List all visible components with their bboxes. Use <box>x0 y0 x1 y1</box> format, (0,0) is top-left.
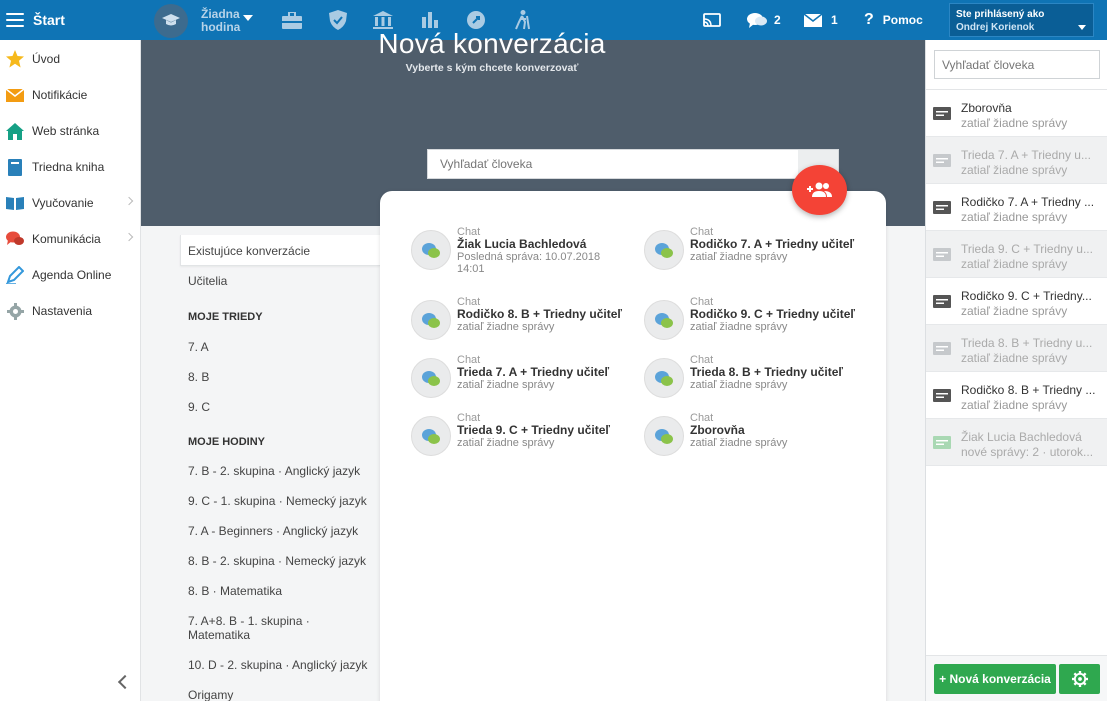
lesson-item[interactable]: 8. B - 2. skupina · Nemecký jazyk <box>188 554 366 568</box>
message-icon <box>933 154 951 167</box>
chat-name: Rodičko 9. C + Triedny učiteľ <box>690 307 855 321</box>
gear-icon <box>1071 671 1088 687</box>
category-teachers[interactable]: Učitelia <box>188 274 227 288</box>
chat-bubbles-icon <box>644 230 684 270</box>
sidebar-item-notifikacie[interactable]: Notifikácie <box>0 77 141 113</box>
conversation-item[interactable]: Zborovňa zatiaľ žiadne správy <box>926 90 1107 137</box>
envelope-icon <box>6 86 24 104</box>
caret-down-icon <box>1078 25 1086 30</box>
lesson-item[interactable]: 8. B · Matematika <box>188 584 282 598</box>
mail-count: 1 <box>831 13 838 27</box>
lesson-item-continued[interactable]: Matematika <box>188 628 250 642</box>
chevron-right-icon <box>124 196 134 206</box>
messages-count: 2 <box>774 13 781 27</box>
chat-name: Rodičko 7. A + Triedny učiteľ <box>690 237 855 251</box>
help-label: Pomoc <box>882 13 923 27</box>
question-icon: ? <box>864 11 874 28</box>
add-participants-button[interactable] <box>792 165 847 215</box>
page-title: Nová konverzácia <box>378 28 606 59</box>
chat-bubbles-icon <box>644 416 684 456</box>
add-group-icon <box>806 182 832 197</box>
conversation-search <box>934 50 1100 79</box>
conversation-item[interactable]: Rodičko 7. A + Triedny ... zatiaľ žiadne… <box>926 184 1107 231</box>
conversations-panel: Zborovňa zatiaľ žiadne správy Trieda 7. … <box>925 40 1107 701</box>
new-conversation-button[interactable]: + Nová konverzácia <box>934 664 1056 694</box>
chat-name: Trieda 8. B + Triedny učiteľ <box>690 365 844 379</box>
chat-name: Trieda 9. C + Triedny učiteľ <box>457 423 611 437</box>
lesson-item[interactable]: 7. A - Beginners · Anglický jazyk <box>188 524 358 538</box>
lesson-item[interactable]: 7. A+8. B - 1. skupina · <box>188 614 310 628</box>
home-icon <box>6 122 24 140</box>
chat-bubbles-icon <box>411 358 451 398</box>
conversation-search-input[interactable] <box>935 51 1095 78</box>
open-book-icon <box>6 194 24 212</box>
chat-name: Zborovňa <box>690 423 745 437</box>
class-item[interactable]: 8. B <box>188 370 209 384</box>
chat-name: Trieda 7. A + Triedny učiteľ <box>457 365 610 379</box>
chat-bubbles-icon <box>411 230 451 270</box>
start-label: Štart <box>33 12 65 28</box>
class-item[interactable]: 7. A <box>188 340 209 354</box>
page-subtitle: Vyberte s kým chcete konverzovať <box>405 62 579 74</box>
sidebar-item-web-stranka[interactable]: Web stránka <box>0 113 141 149</box>
sidebar: Úvod Notifikácie Web stránka Triedna kni… <box>0 40 141 701</box>
conversation-settings-button[interactable] <box>1059 664 1100 694</box>
my-classes-heading: MOJE TRIEDY <box>188 311 263 323</box>
sidebar-item-agenda-online[interactable]: Agenda Online <box>0 257 141 293</box>
conversation-item[interactable]: Rodičko 9. C + Triedny... zatiaľ žiadne … <box>926 278 1107 325</box>
message-icon <box>933 248 951 261</box>
lesson-item[interactable]: 7. B - 2. skupina · Anglický jazyk <box>188 464 360 478</box>
chat-bubbles-icon <box>644 358 684 398</box>
conversation-list: Zborovňa zatiaľ žiadne správy Trieda 7. … <box>926 89 1107 466</box>
chat-name: Rodičko 8. B + Triedny učiteľ <box>457 307 622 321</box>
book-icon <box>6 158 24 176</box>
conversation-item[interactable]: Žiak Lucia Bachledová nové správy: 2 · u… <box>926 419 1107 466</box>
lesson-item[interactable]: 9. C - 1. skupina · Nemecký jazyk <box>188 494 367 508</box>
conversations-footer: + Nová konverzácia <box>926 655 1107 701</box>
collapse-sidebar-icon[interactable] <box>117 674 133 690</box>
sidebar-item-komunikacia[interactable]: Komunikácia <box>0 221 141 257</box>
message-icon <box>933 201 951 214</box>
speech-bubbles-icon <box>747 12 767 28</box>
class-item[interactable]: 9. C <box>188 400 210 414</box>
chevron-right-icon <box>124 232 134 242</box>
message-icon <box>933 389 951 402</box>
my-lessons-heading: MOJE HODINY <box>188 436 266 448</box>
conversation-item[interactable]: Trieda 9. C + Triedny u... zatiaľ žiadne… <box>926 231 1107 278</box>
hamburger-icon <box>6 13 24 27</box>
person-search-input[interactable] <box>428 150 800 178</box>
chat-bubbles-icon <box>644 300 684 340</box>
gear-icon <box>6 302 24 320</box>
chat-icon <box>6 230 24 248</box>
logged-in-label: Ste prihlásený ako <box>956 9 1045 20</box>
chat-bubbles-icon <box>411 300 451 340</box>
chat-name: Žiak Lucia Bachledová <box>457 237 587 251</box>
conversation-item[interactable]: Trieda 7. A + Triedny u... zatiaľ žiadne… <box>926 137 1107 184</box>
sidebar-item-vyucovanie[interactable]: Vyučovanie <box>0 185 141 221</box>
lesson-item[interactable]: 10. D - 2. skupina · Anglický jazyk <box>188 658 367 672</box>
lesson-item[interactable]: Origamy <box>188 688 233 701</box>
conversation-item[interactable]: Rodičko 8. B + Triedny ... zatiaľ žiadne… <box>926 372 1107 419</box>
sidebar-item-triedna-kniha[interactable]: Triedna kniha <box>0 149 141 185</box>
message-icon <box>933 295 951 308</box>
pen-icon <box>6 266 24 284</box>
caret-down-icon <box>243 15 253 21</box>
person-search <box>427 149 839 179</box>
chat-bubbles-icon <box>411 416 451 456</box>
message-icon <box>933 342 951 355</box>
message-icon <box>933 436 951 449</box>
message-icon <box>933 107 951 120</box>
conversation-item[interactable]: Trieda 8. B + Triedny u... zatiaľ žiadne… <box>926 325 1107 372</box>
category-existing-label: Existujúce konverzácie <box>188 244 311 258</box>
mail-icon <box>804 13 822 27</box>
sidebar-item-nastavenia[interactable]: Nastavenia <box>0 293 141 329</box>
